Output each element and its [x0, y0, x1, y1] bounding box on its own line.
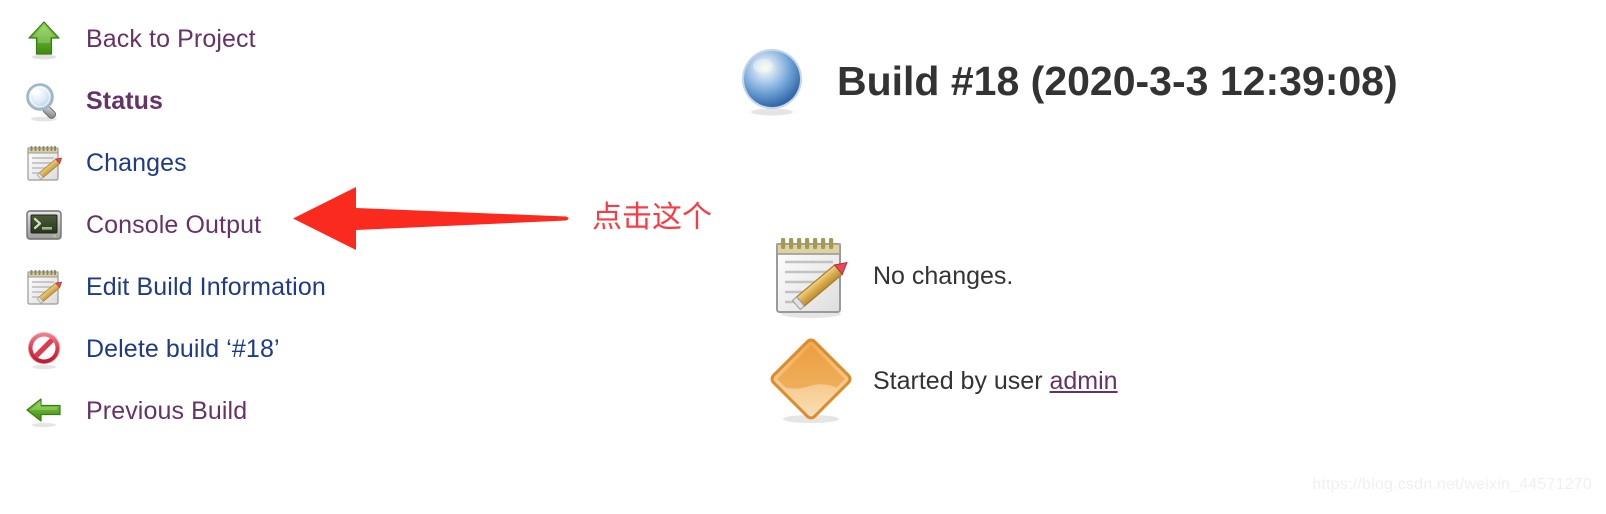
- terminal-icon: [22, 203, 66, 247]
- build-changes-row: No changes.: [763, 228, 1013, 324]
- sidebar-item-label: Back to Project: [86, 24, 256, 53]
- sidebar-item-label: Changes: [86, 148, 187, 177]
- sidebar-item-label: Previous Build: [86, 396, 248, 425]
- build-cause-text: Started by user admin: [873, 366, 1118, 395]
- sidebar-item-status[interactable]: Status: [22, 70, 442, 132]
- build-cause-row: Started by user admin: [763, 333, 1118, 429]
- watermark-text: https://blog.csdn.net/weixin_44571270: [1312, 476, 1592, 493]
- annotation-text: 点击这个: [592, 200, 712, 235]
- notepad-pencil-icon: [22, 265, 66, 309]
- sidebar-item-label: Edit Build Information: [86, 272, 326, 301]
- build-cause-label: Started by user: [873, 366, 1050, 395]
- sidebar-item-back-to-project[interactable]: Back to Project: [22, 8, 442, 70]
- build-main-panel: Build #18 (2020-3-3 12:39:08) No changes…: [735, 0, 1595, 514]
- no-entry-icon: [22, 327, 66, 371]
- notepad-pencil-icon: [22, 141, 66, 185]
- orange-diamond-icon: [763, 333, 859, 429]
- sidebar-item-label: Status: [86, 86, 164, 115]
- build-header: Build #18 (2020-3-3 12:39:08): [735, 44, 1398, 118]
- sidebar-item-delete-build[interactable]: Delete build ‘#18’: [22, 318, 442, 380]
- page-title: Build #18 (2020-3-3 12:39:08): [837, 57, 1398, 104]
- up-arrow-green-icon: [22, 17, 66, 61]
- sidebar-item-previous-build[interactable]: Previous Build: [22, 380, 442, 442]
- sidebar-item-label: Console Output: [86, 210, 262, 239]
- notepad-pencil-large-icon: [763, 228, 859, 324]
- annotation-arrow-left-icon: [288, 180, 573, 258]
- sidebar-item-label: Delete build ‘#18’: [86, 334, 280, 363]
- sidebar-item-edit-build-information[interactable]: Edit Build Information: [22, 256, 442, 318]
- blue-ball-icon: [735, 44, 809, 118]
- user-link[interactable]: admin: [1049, 367, 1117, 395]
- left-arrow-green-icon: [22, 389, 66, 433]
- no-changes-text: No changes.: [873, 261, 1014, 290]
- magnifier-icon: [22, 79, 66, 123]
